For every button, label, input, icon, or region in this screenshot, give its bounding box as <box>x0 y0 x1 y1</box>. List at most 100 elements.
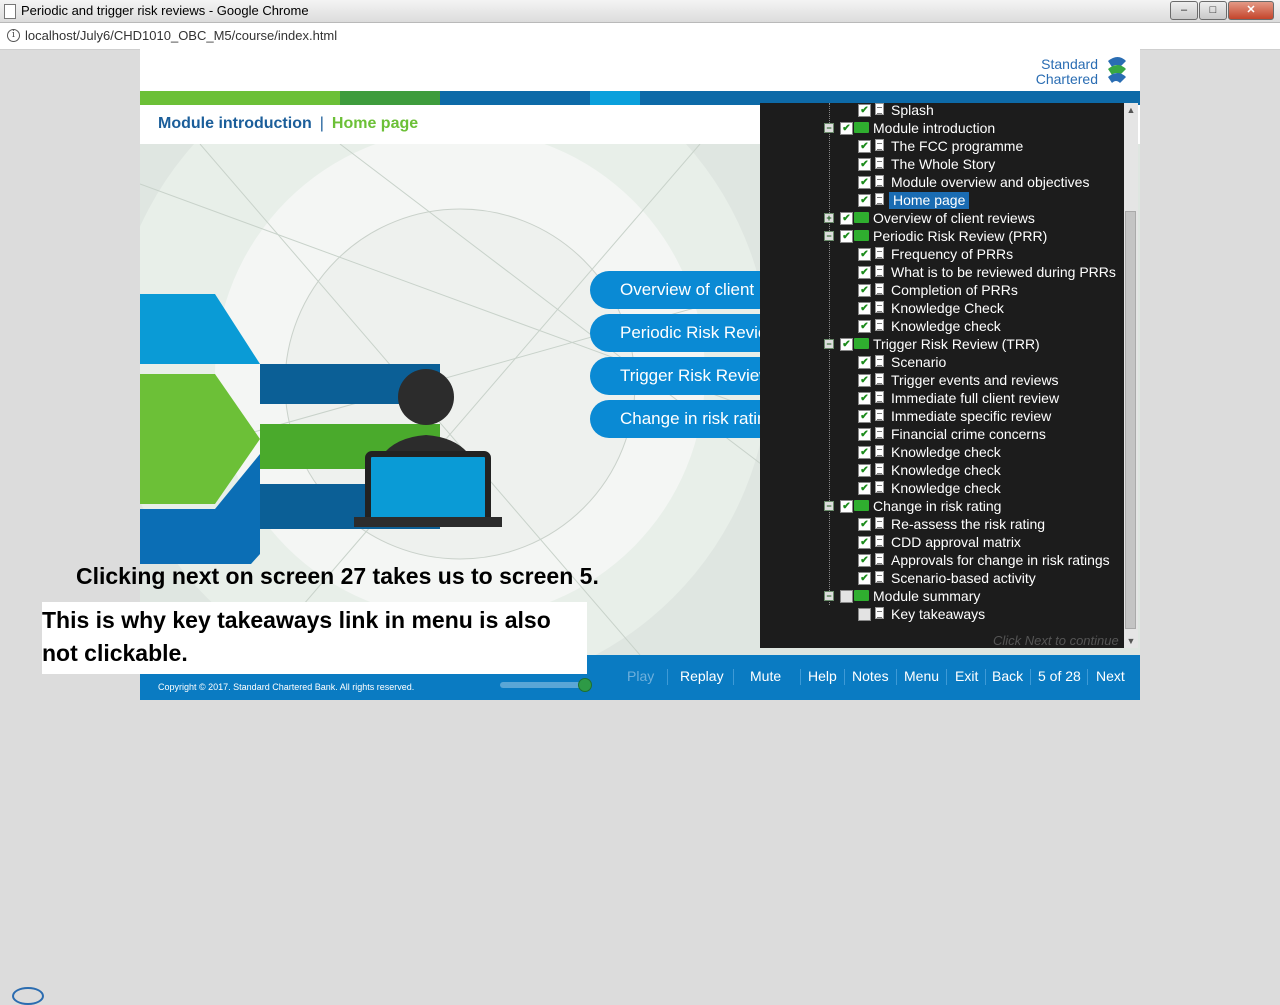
checkbox-icon[interactable]: ✔ <box>858 482 871 495</box>
tree-item-label[interactable]: Immediate full client review <box>891 390 1059 407</box>
play-button[interactable]: Play <box>627 668 654 684</box>
tree-item-label[interactable]: Module summary <box>873 588 980 605</box>
taskbar-start-icon[interactable] <box>12 987 44 1005</box>
tree-item[interactable]: ✔ Knowledge check <box>760 480 1130 498</box>
url-text[interactable]: localhost/July6/CHD1010_OBC_M5/course/in… <box>25 28 337 43</box>
tree-item-label[interactable]: Trigger events and reviews <box>891 372 1059 389</box>
tree-item-label[interactable]: Module introduction <box>873 120 995 137</box>
checkbox-icon[interactable]: ✔ <box>858 446 871 459</box>
close-icon[interactable]: ✕ <box>1228 1 1274 20</box>
checkbox-icon[interactable]: ✔ <box>840 212 853 225</box>
checkbox-icon[interactable]: ✔ <box>858 572 871 585</box>
replay-button[interactable]: Replay <box>680 668 724 684</box>
tree-item[interactable]: ✔ Approvals for change in risk ratings <box>760 552 1130 570</box>
tree-scrollbar[interactable]: ▲ ▼ <box>1124 103 1138 648</box>
tree-item[interactable]: ✔ Frequency of PRRs <box>760 246 1130 264</box>
checkbox-icon[interactable]: ✔ <box>858 428 871 441</box>
tree-item[interactable]: ✔ Module overview and objectives <box>760 174 1130 192</box>
tree-item[interactable]: ✔ Re-assess the risk rating <box>760 516 1130 534</box>
checkbox-icon[interactable]: ✔ <box>858 266 871 279</box>
tree-item-label[interactable]: Key takeaways <box>891 606 985 623</box>
checkbox-icon[interactable]: ✔ <box>840 500 853 513</box>
checkbox-icon[interactable]: ✔ <box>858 374 871 387</box>
tree-item[interactable]: ✔ CDD approval matrix <box>760 534 1130 552</box>
checkbox-icon[interactable]: ✔ <box>858 302 871 315</box>
course-menu-tree[interactable]: ✔ Splash − ✔ Module introduction ✔ The FCC pro… <box>760 103 1138 648</box>
tree-item[interactable]: ✔ The Whole Story <box>760 156 1130 174</box>
tree-item-label[interactable]: Scenario <box>891 354 946 371</box>
checkbox-icon[interactable]: ✔ <box>858 464 871 477</box>
tree-item-label[interactable]: Scenario-based activity <box>891 570 1036 587</box>
tree-item[interactable]: ✔ Completion of PRRs <box>760 282 1130 300</box>
tree-item-label[interactable]: Re-assess the risk rating <box>891 516 1045 533</box>
tree-item-label[interactable]: Financial crime concerns <box>891 426 1046 443</box>
exit-button[interactable]: Exit <box>955 668 978 684</box>
next-button[interactable]: Next <box>1096 668 1125 684</box>
back-button[interactable]: Back <box>992 668 1023 684</box>
checkbox-icon[interactable]: ✔ <box>840 230 853 243</box>
checkbox-icon[interactable] <box>858 608 871 621</box>
scrollbar-thumb[interactable] <box>1125 211 1136 629</box>
scroll-down-icon[interactable]: ▼ <box>1124 634 1138 648</box>
checkbox-icon[interactable]: ✔ <box>858 536 871 549</box>
tree-item[interactable]: ✔ Financial crime concerns <box>760 426 1130 444</box>
tree-item[interactable]: ✔ Knowledge check <box>760 318 1130 336</box>
minimize-icon[interactable]: – <box>1170 1 1198 20</box>
tree-item[interactable]: ✔ Immediate specific review <box>760 408 1130 426</box>
checkbox-icon[interactable]: ✔ <box>858 320 871 333</box>
tree-item-label[interactable]: Trigger Risk Review (TRR) <box>873 336 1040 353</box>
checkbox-icon[interactable]: ✔ <box>858 410 871 423</box>
checkbox-icon[interactable]: ✔ <box>858 158 871 171</box>
tree-item[interactable]: ✔ What is to be reviewed during PRRs <box>760 264 1130 282</box>
checkbox-icon[interactable]: ✔ <box>858 554 871 567</box>
checkbox-icon[interactable]: ✔ <box>858 140 871 153</box>
checkbox-icon[interactable]: ✔ <box>858 176 871 189</box>
tree-item[interactable]: ✔ Trigger events and reviews <box>760 372 1130 390</box>
tree-item[interactable]: ✔ Splash <box>760 103 1130 120</box>
checkbox-icon[interactable]: ✔ <box>858 104 871 117</box>
tree-item-label[interactable]: Overview of client reviews <box>873 210 1035 227</box>
tree-item-label[interactable]: Periodic Risk Review (PRR) <box>873 228 1047 245</box>
tree-item-label[interactable]: Splash <box>891 103 934 119</box>
tree-item-label[interactable]: The Whole Story <box>891 156 995 173</box>
tree-folder[interactable]: + ✔ Overview of client reviews <box>760 210 1130 228</box>
collapse-icon[interactable]: − <box>824 501 834 511</box>
checkbox-icon[interactable]: ✔ <box>840 122 853 135</box>
maximize-icon[interactable]: □ <box>1199 1 1227 20</box>
tree-item-label[interactable]: Knowledge Check <box>891 300 1004 317</box>
tree-item-label[interactable]: Knowledge check <box>891 318 1001 335</box>
notes-button[interactable]: Notes <box>852 668 889 684</box>
tree-item-label[interactable]: Change in risk rating <box>873 498 1001 515</box>
tree-item-label[interactable]: Knowledge check <box>891 480 1001 497</box>
volume-slider-handle[interactable] <box>578 678 592 692</box>
checkbox-icon[interactable]: ✔ <box>858 356 871 369</box>
collapse-icon[interactable]: − <box>824 123 834 133</box>
tree-item[interactable]: ✔ Immediate full client review <box>760 390 1130 408</box>
help-button[interactable]: Help <box>808 668 837 684</box>
tree-item[interactable]: ✔ Scenario-based activity <box>760 570 1130 588</box>
tree-item-label[interactable]: Home page <box>889 192 970 209</box>
checkbox-icon[interactable]: ✔ <box>858 248 871 261</box>
checkbox-icon[interactable]: ✔ <box>858 284 871 297</box>
expand-icon[interactable]: + <box>824 213 834 223</box>
collapse-icon[interactable]: − <box>824 231 834 241</box>
tree-item-label[interactable]: Module overview and objectives <box>891 174 1089 191</box>
tree-item[interactable]: ✔ Home page <box>760 192 1130 210</box>
tree-folder[interactable]: − ✔ Trigger Risk Review (TRR) <box>760 336 1130 354</box>
tree-folder[interactable]: − ✔ Periodic Risk Review (PRR) <box>760 228 1130 246</box>
tree-item[interactable]: ✔ Knowledge check <box>760 444 1130 462</box>
tree-item-label[interactable]: What is to be reviewed during PRRs <box>891 264 1116 281</box>
tree-item-label[interactable]: Completion of PRRs <box>891 282 1018 299</box>
tree-folder[interactable]: − ✔ Change in risk rating <box>760 498 1130 516</box>
volume-slider[interactable] <box>500 682 585 688</box>
tree-folder[interactable]: − Module summary <box>760 588 1130 606</box>
checkbox-icon[interactable]: ✔ <box>858 518 871 531</box>
address-bar[interactable]: i localhost/July6/CHD1010_OBC_M5/course/… <box>0 23 1280 50</box>
tree-item[interactable]: Key takeaways <box>760 606 1130 624</box>
menu-button[interactable]: Menu <box>904 668 939 684</box>
info-icon[interactable]: i <box>7 29 20 42</box>
collapse-icon[interactable]: − <box>824 339 834 349</box>
tree-item-label[interactable]: Knowledge check <box>891 462 1001 479</box>
tree-item-label[interactable]: Approvals for change in risk ratings <box>891 552 1110 569</box>
scroll-up-icon[interactable]: ▲ <box>1124 103 1138 117</box>
